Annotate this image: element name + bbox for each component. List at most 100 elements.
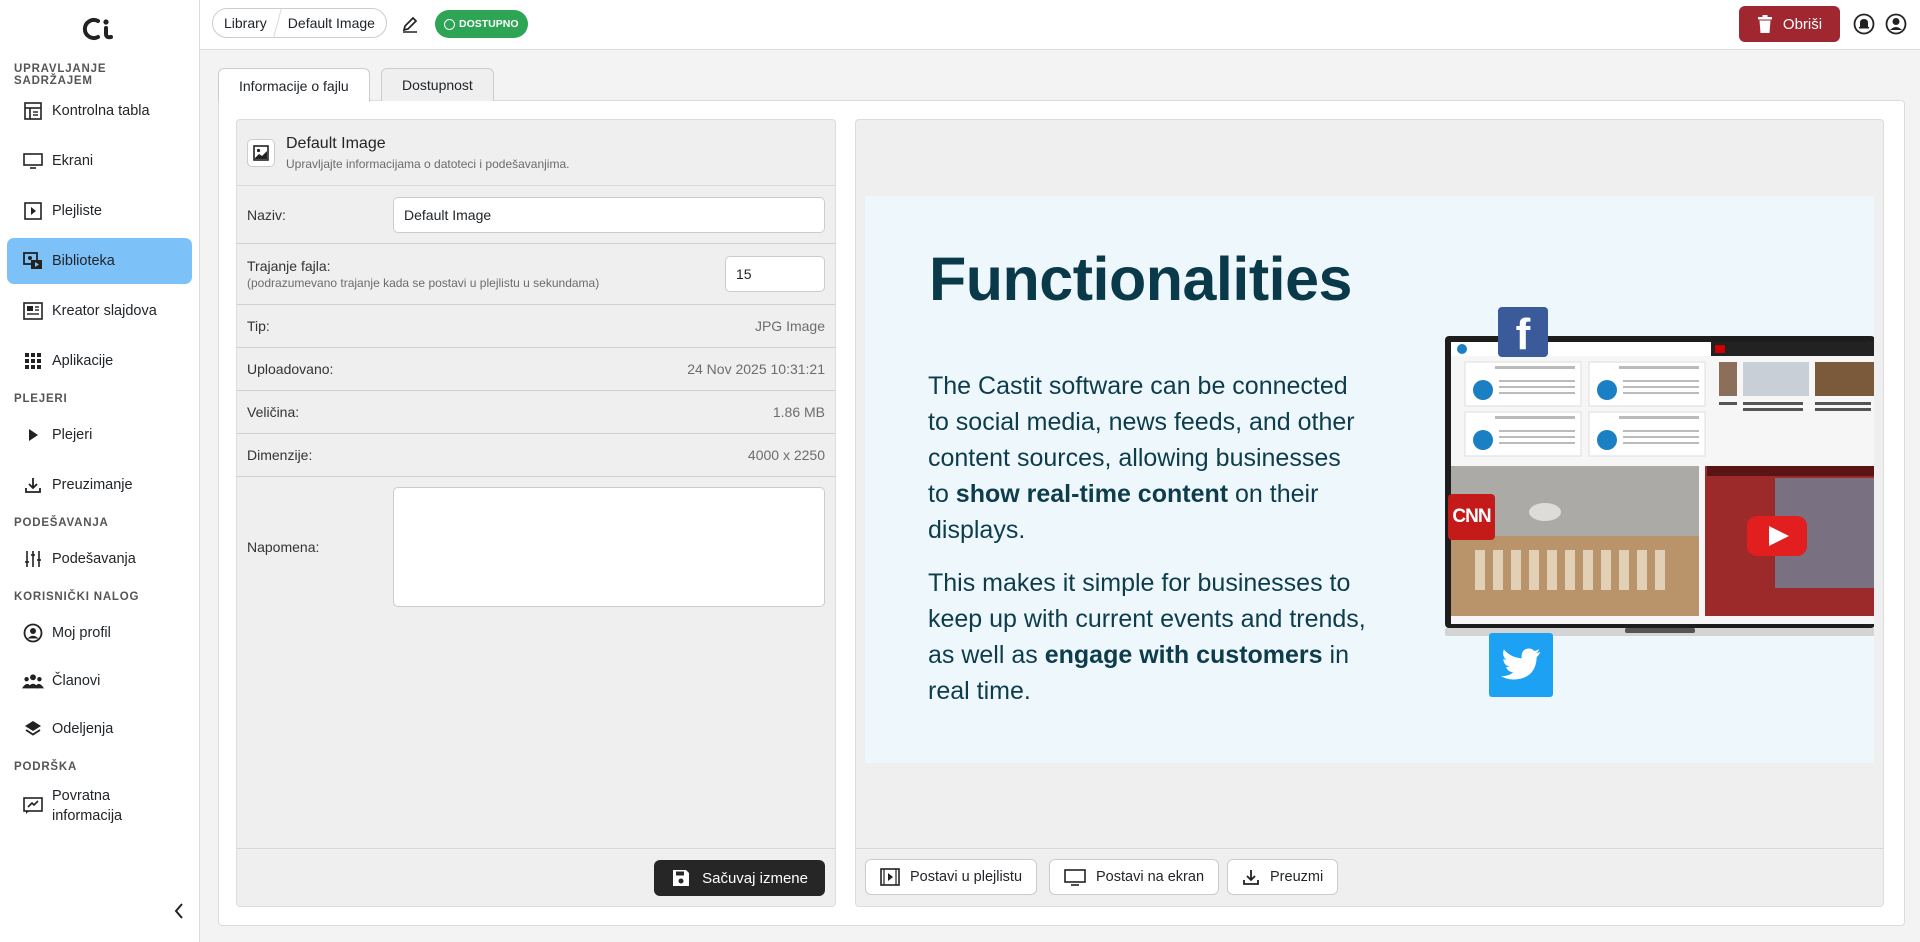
download-button[interactable]: Preuzmi [1227,859,1339,895]
download-label: Preuzmi [1270,869,1324,885]
sidebar-item-label: Kreator slajdova [52,303,157,319]
duration-row: Trajanje fajla: (podrazumevano trajanje … [237,244,835,305]
save-label: Sačuvaj izmene [702,869,808,887]
sidebar-item-members[interactable]: Članovi [7,658,192,704]
uploaded-label: Uploadovano: [247,361,334,377]
uploaded-row: Uploadovano: 24 Nov 2025 10:31:21 [237,348,835,391]
section-title-players: PLEJERI [14,393,68,405]
download-icon [1243,870,1259,885]
topbar: Library Default Image DOSTUPNO Obriši [200,0,1920,50]
edit-name-button[interactable] [399,13,421,35]
image-preview: Functionalities The Castit software can … [865,196,1874,763]
tab-availability[interactable]: Dostupnost [381,68,494,101]
sidebar-item-slide-creator[interactable]: Kreator slajdova [7,288,192,334]
sidebar-item-label: Plejeri [52,427,93,443]
download-icon [22,474,44,496]
note-textarea[interactable] [393,487,825,607]
name-label: Naziv: [247,206,286,223]
sidebar-item-label: Podešavanja [52,551,136,567]
delete-button[interactable]: Obriši [1739,6,1840,42]
sidebar-item-label: Plejliste [52,203,102,219]
user-account-icon[interactable] [1885,13,1907,35]
duration-field[interactable] [725,256,825,292]
delete-label: Obriši [1782,15,1823,33]
sidebar-item-apps[interactable]: Aplikacije [7,338,192,384]
trash-icon [1757,15,1772,33]
sidebar-item-label: Moj profil [52,625,111,641]
save-button[interactable]: Sačuvaj izmene [654,860,825,896]
sidebar-item-dashboard[interactable]: Kontrolna tabla [7,88,192,134]
playlist-icon [22,200,44,222]
dimensions-label: Dimenzije: [247,447,313,463]
size-label: Veličina: [247,404,300,420]
sidebar-item-departments[interactable]: Odeljenja [7,706,192,752]
sidebar-item-settings[interactable]: Podešavanja [7,536,192,582]
panel-title: Default Image [286,134,386,152]
type-value: JPG Image [754,318,825,334]
sidebar-item-feedback[interactable]: Povratna informacija [7,780,192,832]
breadcrumb-current[interactable]: Default Image [288,15,375,31]
slide-paragraph-2: This makes it simple for businesses to k… [928,569,1366,705]
castit-logo[interactable] [0,0,199,58]
status-badge: DOSTUPNO [435,10,528,38]
sliders-icon [22,548,44,570]
sidebar-item-label: Povratna informacija [52,788,123,824]
panel-footer: Sačuvaj izmene [237,848,835,906]
panel-subtitle: Upravljajte informacijama o datoteci i p… [286,156,570,171]
section-title-settings: PODEŠAVANJA [14,517,109,529]
feedback-icon [22,795,44,817]
type-label: Tip: [247,318,270,334]
monitor-icon [1064,869,1086,886]
name-row: Naziv: [237,186,835,244]
section-title-content: UPRAVLJANJE SADRŽAJEM [14,63,107,87]
type-row: Tip: JPG Image [237,305,835,348]
name-field[interactable] [393,196,825,233]
sidebar-item-label: Odeljenja [52,721,114,737]
sidebar-item-label: Preuzimanje [52,477,133,493]
twitter-icon [1489,633,1553,697]
sidebar-item-label: Biblioteka [52,253,115,269]
note-row: Napomena: [237,477,835,617]
floppy-disk-icon [673,870,690,886]
note-label: Napomena: [247,539,320,555]
sidebar-item-library[interactable]: Biblioteka [7,238,192,284]
breadcrumb-library[interactable]: Library [224,15,267,31]
sidebar-item-my-profile[interactable]: Moj profil [7,610,192,656]
cnn-icon: CNN [1448,494,1495,540]
size-row: Veličina: 1.86 MB [237,391,835,434]
dimensions-value: 4000 x 2250 [747,447,825,463]
sidebar-item-label: Ekrani [52,153,94,169]
library-icon [22,250,44,272]
size-value: 1.86 MB [772,404,825,420]
members-icon [22,670,44,692]
dashboard-icon [22,100,44,122]
preview-footer: Postavi u plejlistu Postavi na ekran Pre… [856,848,1883,906]
pencil-icon [402,16,418,33]
sidebar-item-playlists[interactable]: Plejliste [7,188,192,234]
sidebar-item-screens[interactable]: Ekrani [7,138,192,184]
sidebar-item-players[interactable]: Plejeri [7,412,192,458]
sidebar-item-download[interactable]: Preuzimanje [7,462,192,508]
section-title-account: KORISNIČKI NALOG [14,591,140,603]
dimensions-row: Dimenzije: 4000 x 2250 [237,434,835,477]
tab-file-info[interactable]: Informacije o fajlu [218,68,370,102]
collapse-sidebar-button[interactable] [168,900,190,922]
breadcrumb: Library Default Image [212,8,387,38]
sidebar: UPRAVLJANJE SADRŽAJEM Kontrolna tabla Ek… [0,0,200,942]
notifications-icon[interactable] [1853,13,1875,35]
playlist-icon [880,868,900,886]
slide-paragraph-1: The Castit software can be connected to … [928,372,1355,544]
slide-creator-icon [22,300,44,322]
uploaded-value: 24 Nov 2025 10:31:21 [687,361,825,377]
panel-header: Default Image Upravljajte informacijama … [237,120,835,186]
set-on-screen-button[interactable]: Postavi na ekran [1049,859,1220,895]
slide-title: Functionalities [929,245,1352,313]
sidebar-item-label: Kontrolna tabla [52,103,150,119]
add-to-playlist-label: Postavi u plejlistu [910,869,1023,885]
breadcrumb-separator [272,8,282,38]
add-to-playlist-button[interactable]: Postavi u plejlistu [865,859,1038,895]
duration-hint: (podrazumevano trajanje kada se postavi … [247,276,600,290]
duration-label: Trajanje fajla: [247,258,331,274]
image-icon [247,138,275,167]
profile-icon [22,622,44,644]
